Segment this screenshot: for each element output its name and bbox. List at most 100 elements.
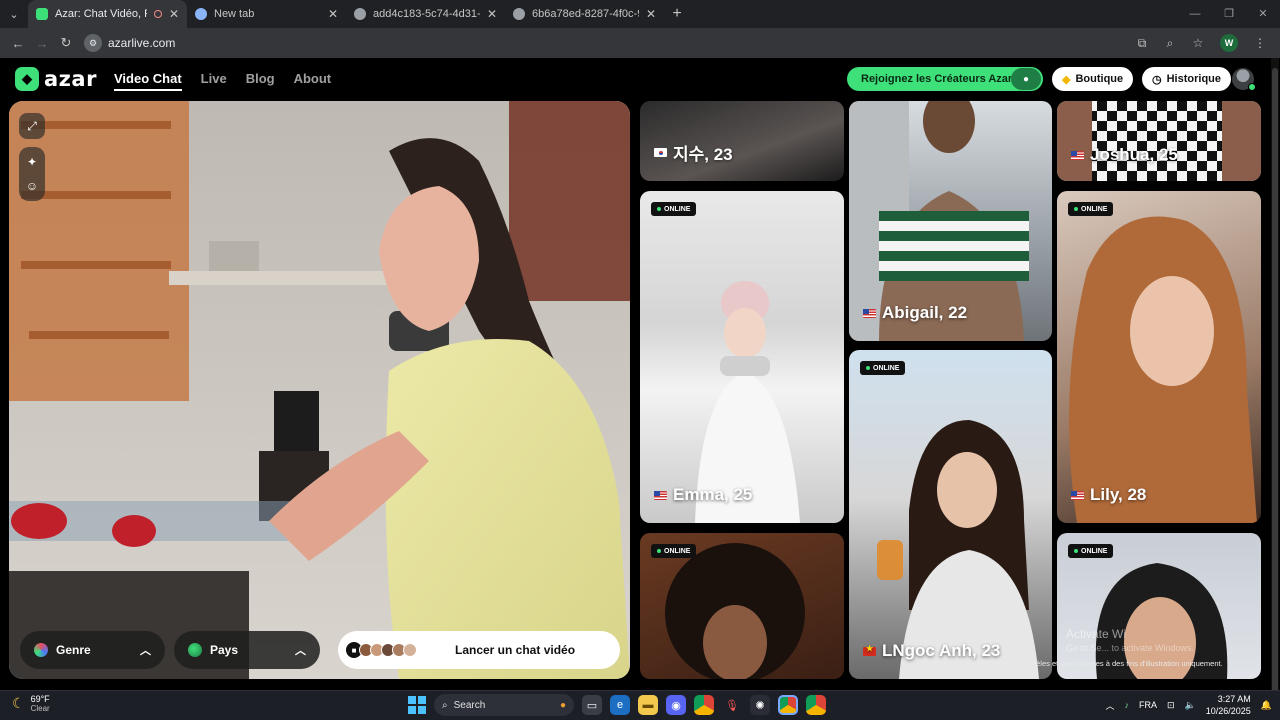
back-arrow-icon[interactable]: ← — [6, 31, 30, 55]
clock-time: 3:27 AM — [1217, 694, 1251, 704]
boutique-button[interactable]: ◆ Boutique — [1052, 67, 1134, 91]
weather-widget[interactable]: ☾ 69°F Clear — [12, 694, 50, 713]
tab-uuid-1[interactable]: add4c183-5c74-4d31-8721-f25 ✕ — [346, 0, 505, 28]
profile-card-lngoc[interactable]: ONLINE LNgoc Anh, 23 — [849, 350, 1052, 679]
profile-name: LNgoc Anh, 23 — [882, 641, 1001, 660]
sparkle-effects-icon[interactable]: ✦ — [27, 155, 37, 169]
menu-kebab-icon[interactable]: ⋮ — [1248, 31, 1272, 55]
site-info-icon[interactable]: ⚙ — [84, 34, 102, 52]
azar-logo[interactable]: ◆ azar — [15, 67, 97, 91]
tray-overflow-chevron-icon[interactable]: ︿ — [1105, 699, 1114, 712]
profile-card-col1-bottom[interactable]: ONLINE — [640, 533, 844, 679]
chatgpt-icon[interactable]: ✺ — [750, 695, 770, 715]
close-tab-icon[interactable]: ✕ — [169, 7, 179, 21]
user-avatar[interactable] — [1232, 68, 1256, 91]
chevron-up-icon: ︿ — [295, 645, 306, 657]
profile-card-lily[interactable]: ONLINE Lily, 28 — [1057, 191, 1261, 523]
face-filter-icon[interactable]: ☺ — [26, 179, 38, 193]
new-tab-plus-icon[interactable]: + — [664, 5, 690, 23]
chrome-icon[interactable] — [694, 695, 714, 715]
scrollbar-thumb[interactable] — [1272, 68, 1278, 698]
profile-card-jisu[interactable]: 지수, 23 — [640, 101, 844, 181]
profile-name: 지수, 23 — [673, 145, 733, 164]
nav-blog[interactable]: Blog — [246, 71, 275, 91]
fullscreen-icon[interactable]: ⤢ — [19, 113, 45, 139]
language-indicator[interactable]: FRA — [1139, 700, 1157, 710]
start-video-chat-button[interactable]: ■ Lancer un chat vidéo — [338, 631, 620, 669]
notification-bell-icon[interactable]: 🔔 — [1261, 700, 1272, 711]
pays-label: Pays — [210, 643, 239, 657]
volume-icon[interactable]: 🔈 — [1185, 700, 1196, 711]
minimize-icon[interactable]: — — [1178, 0, 1212, 28]
online-badge: ONLINE — [1068, 202, 1114, 216]
profile-button[interactable]: W — [1214, 31, 1244, 55]
historique-button[interactable]: ◷ Historique — [1142, 67, 1232, 91]
tab-title: add4c183-5c74-4d31-8721-f25 — [373, 8, 480, 20]
page-scrollbar[interactable] — [1271, 58, 1279, 698]
chrome-profile-icon[interactable] — [806, 695, 826, 715]
video-preview: ⤢ ✦ ☺ Genre ︿ Pays ︿ ■ Lancer un chat vi… — [9, 101, 630, 679]
tab-uuid-2[interactable]: 6b6a78ed-8287-4f0c-9d53-e4f ✕ — [505, 0, 664, 28]
cast-icon[interactable]: ⧉ — [1130, 31, 1154, 55]
edge-icon[interactable]: e — [610, 695, 630, 715]
windows-start-icon[interactable] — [408, 696, 426, 714]
close-tab-icon[interactable]: ✕ — [646, 7, 656, 21]
search-placeholder: Search — [453, 699, 486, 711]
weather-temp: 69°F — [30, 694, 50, 704]
tab-azar[interactable]: Azar: Chat Vidéo, Rencontr ✕ — [28, 0, 187, 28]
globe-icon — [513, 8, 525, 20]
profile-photo — [877, 420, 1039, 679]
windows-activation-watermark: Activate Wi — [1066, 627, 1127, 641]
genre-selector[interactable]: Genre ︿ — [20, 631, 165, 669]
network-icon[interactable]: ⊡ — [1167, 700, 1175, 711]
windows-taskbar: ☾ 69°F Clear ⌕ Search ● ▭ e ▬ ◉ 🎙 ✺ ︿ ♪ … — [0, 690, 1280, 720]
profile-photo — [695, 281, 800, 523]
profile-card-emma[interactable]: ONLINE Emma, 25 — [640, 191, 844, 523]
join-creators-button[interactable]: Rejoignez les Créateurs Azar ● — [847, 67, 1043, 91]
microphone-icon[interactable]: ♪ — [1124, 700, 1129, 710]
clock[interactable]: 3:27 AM 10/26/2025 — [1206, 693, 1251, 717]
online-badge: ONLINE — [651, 544, 697, 558]
usa-flag-icon — [1071, 150, 1084, 160]
tab-new-tab[interactable]: New tab ✕ — [187, 0, 346, 28]
chrome-active-icon[interactable] — [778, 695, 798, 715]
close-tab-icon[interactable]: ✕ — [328, 7, 338, 21]
moon-icon: ☾ — [12, 695, 25, 711]
gender-icon — [34, 643, 48, 657]
historique-label: Historique — [1166, 73, 1222, 85]
taskbar-search[interactable]: ⌕ Search ● — [434, 694, 574, 716]
discord-icon[interactable]: ◉ — [666, 695, 686, 715]
country-selector[interactable]: Pays ︿ — [174, 631, 320, 669]
browser-tab-strip: ⌄ Azar: Chat Vidéo, Rencontr ✕ New tab ✕… — [0, 0, 1280, 28]
profile-card-col3-bottom[interactable]: ONLINE — [1057, 533, 1261, 679]
file-explorer-icon[interactable]: ▬ — [638, 695, 658, 715]
bookmark-star-icon[interactable]: ☆ — [1186, 31, 1210, 55]
avatar — [403, 643, 417, 657]
gem-icon: ◆ — [1062, 73, 1071, 86]
nav-video-chat[interactable]: Video Chat — [114, 71, 182, 91]
start-video-chat-label: Lancer un chat vidéo — [455, 643, 576, 657]
address-bar[interactable]: ⚙ azarlive.com — [84, 32, 175, 54]
restore-icon[interactable]: ❐ — [1212, 0, 1246, 28]
nav-about[interactable]: About — [294, 71, 332, 91]
forward-arrow-icon[interactable]: → — [30, 31, 54, 55]
reload-icon[interactable]: ↻ — [54, 31, 78, 55]
microphone-app-icon[interactable]: 🎙 — [722, 695, 742, 715]
online-badge: ONLINE — [1068, 544, 1114, 558]
profile-photo — [1069, 216, 1257, 523]
profile-avatar: W — [1220, 34, 1238, 52]
task-view-icon[interactable]: ▭ — [582, 695, 602, 715]
nav-live[interactable]: Live — [201, 71, 227, 91]
globe-icon — [195, 8, 207, 20]
weather-desc: Clear — [30, 704, 50, 713]
browser-toolbar: ← → ↻ ⚙ azarlive.com ⧉ ⌕ ☆ W ⋮ — [0, 28, 1280, 58]
tab-search-dropdown-icon[interactable]: ⌄ — [0, 0, 28, 28]
window-controls: — ❐ ✕ — [1178, 0, 1280, 28]
zoom-icon[interactable]: ⌕ — [1158, 31, 1182, 55]
close-tab-icon[interactable]: ✕ — [487, 7, 497, 21]
search-highlight-icon: ● — [559, 699, 566, 711]
close-window-icon[interactable]: ✕ — [1246, 0, 1280, 28]
profile-card-joshua[interactable]: Joshua, 25 — [1057, 101, 1261, 181]
profile-photo — [1057, 101, 1261, 181]
profile-card-abigail[interactable]: Abigail, 22 — [849, 101, 1052, 341]
